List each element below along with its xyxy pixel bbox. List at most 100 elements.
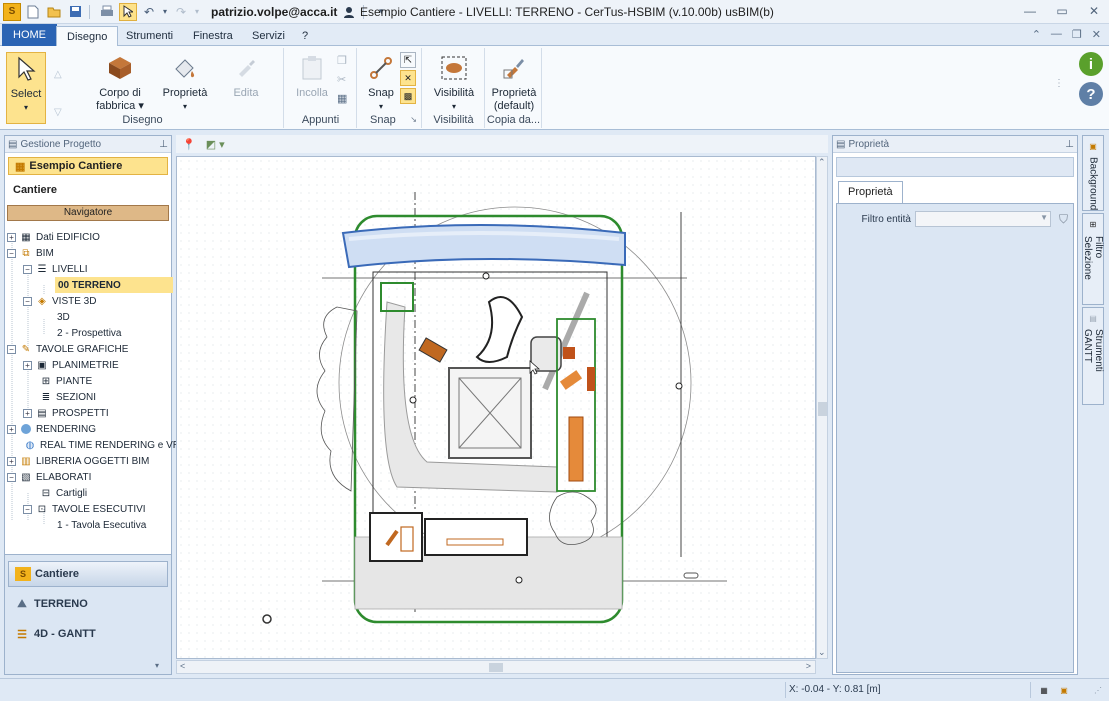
- project-name[interactable]: ▦ Esempio Cantiere: [8, 157, 168, 175]
- nav-gantt[interactable]: ☰ 4D - GANTT: [8, 621, 168, 647]
- tab-disegno[interactable]: Disegno: [56, 26, 119, 47]
- tree-item-viste-3d[interactable]: − ◈ VISTE 3D: [23, 293, 96, 309]
- tab-servizi[interactable]: Servizi: [242, 26, 295, 46]
- ribbon-overflow-icon[interactable]: ⋮: [1054, 78, 1064, 89]
- scroll-up-icon[interactable]: ⌃: [818, 157, 826, 168]
- proprieta-button[interactable]: Proprietà ▾: [160, 52, 210, 113]
- tree-item-00-terreno[interactable]: 00 TERRENO: [55, 277, 173, 293]
- help-icon[interactable]: ?: [1079, 82, 1103, 106]
- snap-grid-icon[interactable]: ✕: [400, 70, 416, 86]
- tree-item-dati-edificio[interactable]: + ▦ Dati EDIFICIO: [7, 229, 100, 245]
- proprieta-default-button[interactable]: Proprietà (default): [490, 52, 538, 113]
- background-status-icon[interactable]: ▣: [1056, 683, 1072, 697]
- pin-icon[interactable]: ⊥: [1065, 139, 1074, 150]
- redo-icon[interactable]: ↷: [172, 3, 190, 21]
- info-icon[interactable]: i: [1079, 52, 1103, 76]
- tab-proprieta[interactable]: Proprietà: [838, 181, 903, 203]
- scroll-right-icon[interactable]: >: [806, 661, 811, 671]
- expand-icon[interactable]: +: [7, 456, 16, 466]
- maximize-icon[interactable]: ▭: [1053, 2, 1071, 20]
- nav-terreno[interactable]: ⛰ TERRENO: [8, 591, 168, 617]
- undo-icon[interactable]: ↶: [140, 3, 158, 21]
- user-email[interactable]: patrizio.volpe@acca.it: [211, 5, 337, 19]
- close-icon[interactable]: ✕: [1085, 2, 1103, 20]
- tree-item-cartigli[interactable]: ⊟ Cartigli: [39, 485, 87, 501]
- tab-finestra[interactable]: Finestra: [183, 26, 243, 46]
- scroll-thumb[interactable]: [818, 402, 827, 416]
- layout-icon[interactable]: ▦: [1036, 683, 1052, 697]
- snap-endpoint-icon[interactable]: ⇱: [400, 52, 416, 68]
- drawing-canvas[interactable]: [176, 156, 816, 659]
- tree-item-prospetti[interactable]: + ▤ PROSPETTI: [23, 405, 109, 421]
- tree-item-libreria[interactable]: + ▥ LIBRERIA OGGETTI BIM: [7, 453, 149, 469]
- tree-item-3d[interactable]: 3D: [57, 309, 70, 325]
- tree-item-tavole-grafiche[interactable]: − ✎ TAVOLE GRAFICHE: [7, 341, 128, 357]
- tree-item-livelli[interactable]: − ☰ LIVELLI: [23, 261, 88, 277]
- tab-home[interactable]: HOME: [2, 24, 57, 46]
- minimize-icon[interactable]: —: [1021, 2, 1039, 20]
- navigator-header[interactable]: Navigatore: [7, 205, 169, 221]
- nav-more-icon[interactable]: ▾: [155, 661, 159, 670]
- edita-button[interactable]: Edita: [226, 52, 266, 100]
- tab-help[interactable]: ?: [292, 26, 318, 46]
- undo-dropdown-icon[interactable]: ▾: [161, 3, 169, 21]
- collapse-icon[interactable]: −: [23, 296, 32, 306]
- nav-cantiere[interactable]: S Cantiere: [8, 561, 168, 587]
- cut-icon[interactable]: ✂: [337, 73, 347, 86]
- filter-entity-select[interactable]: ▼: [915, 211, 1051, 227]
- sidetab-strumenti-gantt[interactable]: ▤ Strumenti GANTT: [1082, 307, 1104, 405]
- scroll-thumb[interactable]: [489, 663, 503, 672]
- collapse-icon[interactable]: −: [7, 472, 16, 482]
- collapse-ribbon-icon[interactable]: ⌃: [1032, 28, 1041, 41]
- tree-item-planimetrie[interactable]: + ▣ PLANIMETRIE: [23, 357, 119, 373]
- expand-icon[interactable]: +: [7, 232, 16, 242]
- doc-minimize-icon[interactable]: —: [1051, 28, 1062, 41]
- tree-item-piante[interactable]: ⊞ PIANTE: [39, 373, 92, 389]
- collapse-icon[interactable]: −: [23, 504, 32, 514]
- tree-item-prospettiva[interactable]: 2 - Prospettiva: [57, 325, 121, 341]
- doc-restore-icon[interactable]: ❐: [1072, 28, 1082, 41]
- sidetab-background[interactable]: ▣ Background: [1082, 135, 1104, 211]
- canvas-vertical-scrollbar[interactable]: ⌃ ⌄: [816, 156, 828, 659]
- snap-dialog-launcher-icon[interactable]: ↘: [410, 115, 417, 124]
- layer-tool-icon[interactable]: ◩ ▾: [206, 138, 225, 151]
- snap-button[interactable]: Snap ▾: [364, 52, 398, 113]
- print-icon[interactable]: [98, 3, 116, 21]
- pin-marker-icon[interactable]: 📍: [182, 138, 196, 151]
- expand-icon[interactable]: +: [7, 424, 16, 434]
- tab-strumenti[interactable]: Strumenti: [116, 26, 183, 46]
- expand-icon[interactable]: +: [23, 360, 32, 370]
- filter-icon[interactable]: ⛉: [1059, 212, 1068, 227]
- tree-item-real-time-rendering[interactable]: ◍ REAL TIME RENDERING e VRi: [23, 437, 183, 453]
- snap-pattern-icon[interactable]: ▩: [400, 88, 416, 104]
- tree-item-elaborati[interactable]: − ▧ ELABORATI: [7, 469, 91, 485]
- sidetab-filtro-selezione[interactable]: ⊞ Filtro Selezione: [1082, 213, 1104, 305]
- redo-dropdown-icon[interactable]: ▾: [193, 3, 201, 21]
- canvas-horizontal-scrollbar[interactable]: < >: [176, 660, 816, 674]
- copy-icon[interactable]: ❐: [337, 54, 347, 67]
- tree-item-sezioni[interactable]: ≣ SEZIONI: [39, 389, 96, 405]
- user-icon[interactable]: [340, 3, 358, 21]
- resize-grip-icon[interactable]: ⋰: [1090, 683, 1106, 697]
- visibilita-button[interactable]: Visibilità ▾: [431, 52, 477, 113]
- save-icon[interactable]: [66, 3, 84, 21]
- new-file-icon[interactable]: [24, 3, 42, 21]
- collapse-icon[interactable]: −: [7, 344, 16, 354]
- pin-icon[interactable]: ⊥: [159, 139, 168, 150]
- collapse-icon[interactable]: −: [23, 264, 32, 274]
- collapse-icon[interactable]: −: [7, 248, 16, 258]
- incolla-button[interactable]: Incolla: [293, 52, 331, 100]
- tree-item-tavole-esecutivi[interactable]: − ⊡ TAVOLE ESECUTIVI: [23, 501, 146, 517]
- corpo-fabbrica-button[interactable]: Corpo di fabbrica ▾: [92, 52, 148, 113]
- app-menu-icon[interactable]: S: [3, 2, 21, 21]
- select-pointer-icon[interactable]: [119, 2, 137, 21]
- tree-item-tavola-esecutiva[interactable]: 1 - Tavola Esecutiva: [57, 517, 146, 533]
- open-folder-icon[interactable]: [45, 3, 63, 21]
- doc-close-icon[interactable]: ✕: [1092, 28, 1101, 41]
- scroll-left-icon[interactable]: <: [180, 661, 185, 671]
- scroll-down-icon[interactable]: ⌄: [818, 647, 826, 658]
- tree-item-bim[interactable]: − ⧉ BIM: [7, 245, 54, 261]
- expand-icon[interactable]: +: [23, 408, 32, 418]
- paste-special-icon[interactable]: ▦: [337, 92, 347, 105]
- tree-item-rendering[interactable]: + RENDERING: [7, 421, 96, 437]
